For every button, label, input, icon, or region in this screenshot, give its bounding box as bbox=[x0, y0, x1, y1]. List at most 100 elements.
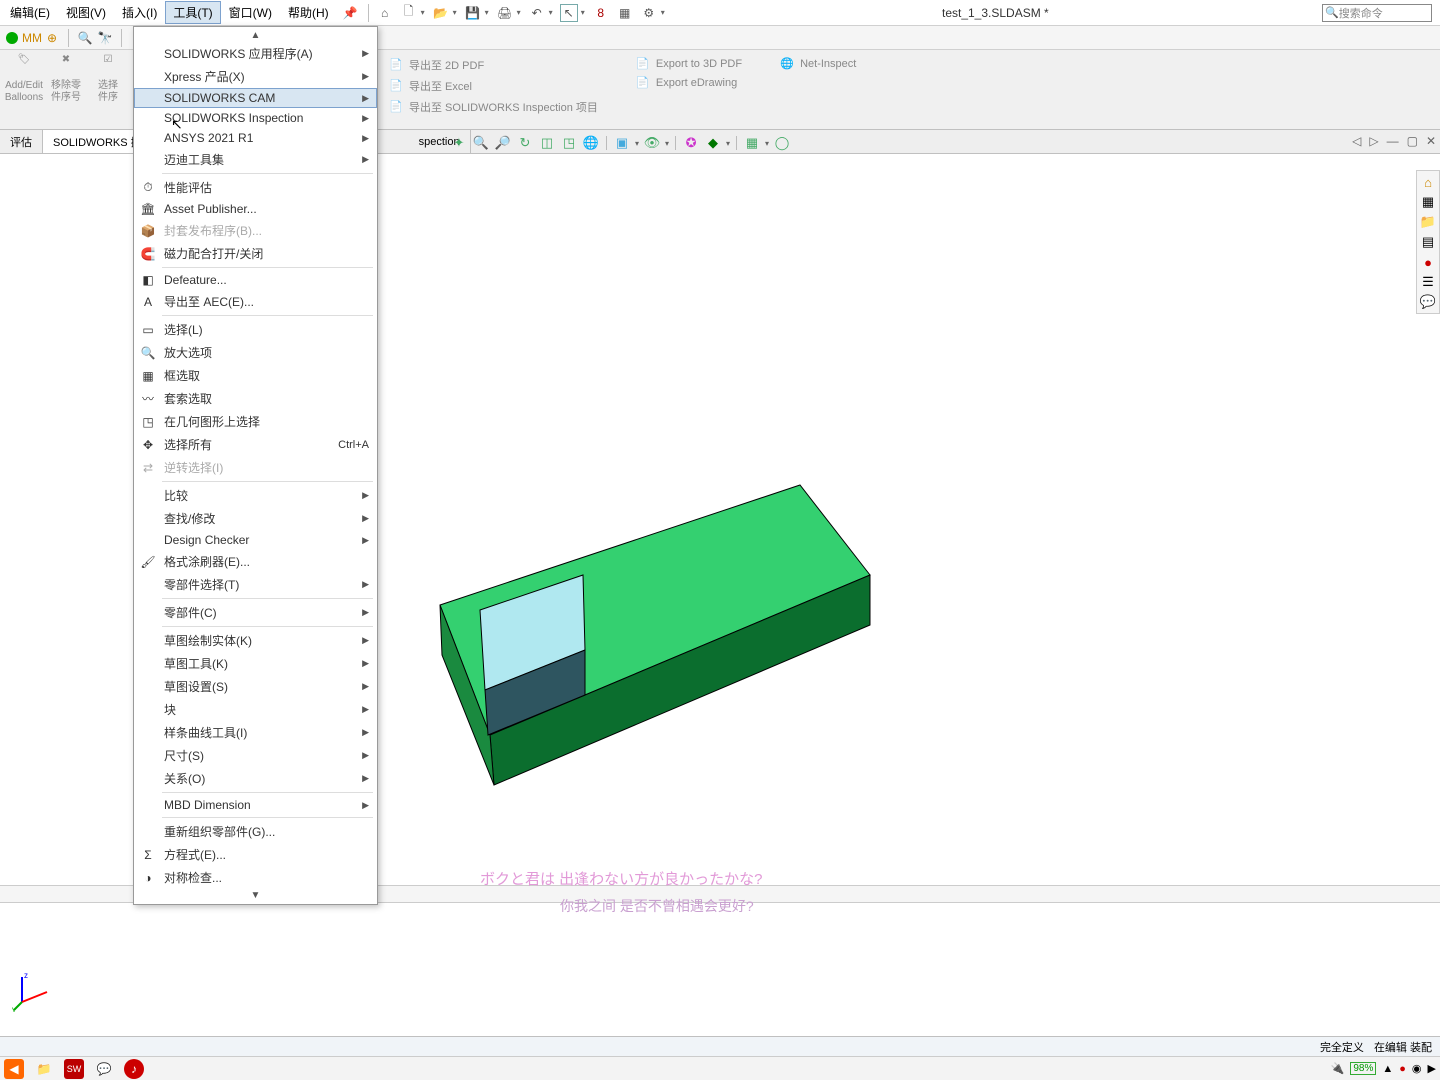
menu-item[interactable]: 草图工具(K)▶ bbox=[134, 652, 377, 675]
menu-item[interactable]: Xpress 产品(X)▶ bbox=[134, 65, 377, 88]
new-icon[interactable]: 🗋 bbox=[400, 4, 418, 22]
menu-item[interactable]: 🖌格式涂刷器(E)... bbox=[134, 550, 377, 573]
tray-flag-icon[interactable]: ▶ bbox=[1428, 1062, 1436, 1075]
maximize-icon[interactable]: ▢ bbox=[1407, 134, 1418, 148]
menu-item[interactable]: SOLIDWORKS CAM▶ bbox=[134, 88, 377, 108]
export-inspection-project[interactable]: 📄导出至 SOLIDWORKS Inspection 项目 bbox=[385, 98, 602, 116]
zoom-fit-icon[interactable]: 🔍 bbox=[472, 134, 490, 152]
menu-item[interactable]: MBD Dimension▶ bbox=[134, 795, 377, 815]
export-2d-pdf[interactable]: 📄导出至 2D PDF bbox=[385, 56, 602, 74]
home-icon[interactable]: ⌂ bbox=[376, 4, 394, 22]
menu-item[interactable]: 〰套索选取 bbox=[134, 387, 377, 410]
print-icon[interactable]: 🖨 bbox=[496, 4, 514, 22]
tray-plug-icon[interactable]: 🔌 bbox=[1331, 1062, 1345, 1075]
taskbar-app1-icon[interactable]: ◀ bbox=[4, 1059, 24, 1079]
battery-indicator[interactable]: 98% bbox=[1350, 1062, 1376, 1075]
menu-item[interactable]: 零部件(C)▶ bbox=[134, 601, 377, 624]
resources-icon[interactable]: ▦ bbox=[1419, 193, 1437, 211]
scene-icon[interactable]: 🌐 bbox=[582, 134, 600, 152]
settings-icon[interactable]: ⚙ bbox=[640, 4, 658, 22]
menu-item[interactable]: Design Checker▶ bbox=[134, 530, 377, 550]
home-pane-icon[interactable]: ⌂ bbox=[1419, 173, 1437, 191]
menu-item[interactable]: ◳在几何图形上选择 bbox=[134, 410, 377, 433]
menu-item[interactable]: Σ方程式(E)... bbox=[134, 843, 377, 866]
menu-item[interactable]: 重新组织零部件(G)... bbox=[134, 820, 377, 843]
menu-item[interactable]: 🏛Asset Publisher... bbox=[134, 199, 377, 219]
options-icon[interactable]: ▦ bbox=[616, 4, 634, 22]
menu-view[interactable]: 视图(V) bbox=[58, 1, 114, 24]
tray-up-icon[interactable]: ▲ bbox=[1382, 1063, 1393, 1075]
taskbar-solidworks-icon[interactable]: SW bbox=[64, 1059, 84, 1079]
section-icon[interactable]: ◫ bbox=[538, 134, 556, 152]
file-explorer-icon[interactable]: 📁 bbox=[1419, 213, 1437, 231]
menu-item[interactable]: ◧Defeature... bbox=[134, 270, 377, 290]
menu-item[interactable]: SOLIDWORKS 应用程序(A)▶ bbox=[134, 42, 377, 65]
taskbar-music-icon[interactable]: ♪ bbox=[124, 1059, 144, 1079]
next-icon[interactable]: ▷ bbox=[1369, 134, 1378, 148]
measure-icon[interactable]: MM bbox=[24, 30, 40, 46]
close-icon[interactable]: ✕ bbox=[1426, 134, 1436, 148]
net-inspect[interactable]: 🌐Net-Inspect bbox=[776, 56, 860, 72]
menu-insert[interactable]: 插入(I) bbox=[114, 1, 165, 24]
menu-item[interactable]: 🔍放大选项 bbox=[134, 341, 377, 364]
appearances-icon[interactable]: ● bbox=[1419, 253, 1437, 271]
export-3d-pdf[interactable]: 📄Export to 3D PDF bbox=[632, 56, 746, 72]
rotate-icon[interactable]: ↻ bbox=[516, 134, 534, 152]
menu-item[interactable]: ▭选择(L) bbox=[134, 318, 377, 341]
view-orientation-icon[interactable]: ▣ bbox=[613, 134, 631, 152]
tray-stop-icon[interactable]: ◉ bbox=[1412, 1062, 1422, 1075]
prev-icon[interactable]: ◁ bbox=[1352, 134, 1361, 148]
taskbar-wechat-icon[interactable]: 💬 bbox=[94, 1059, 114, 1079]
undo-icon[interactable]: ↶ bbox=[528, 4, 546, 22]
pin-icon[interactable]: 📌 bbox=[337, 6, 364, 20]
open-icon[interactable]: 📂 bbox=[432, 4, 450, 22]
tray-rec-icon[interactable]: ● bbox=[1399, 1063, 1406, 1075]
rebuild-icon[interactable]: 8 bbox=[592, 4, 610, 22]
menu-item[interactable]: 零部件选择(T)▶ bbox=[134, 573, 377, 596]
camera-icon[interactable]: ◯ bbox=[773, 134, 791, 152]
export-edrawing[interactable]: 📄Export eDrawing bbox=[632, 75, 746, 91]
menu-item[interactable]: 尺寸(S)▶ bbox=[134, 744, 377, 767]
menu-scroll-up[interactable]: ▲ bbox=[134, 29, 377, 42]
search-box[interactable]: 🔍 搜索命令 bbox=[1322, 4, 1432, 22]
save-icon[interactable]: 💾 bbox=[464, 4, 482, 22]
menu-window[interactable]: 窗口(W) bbox=[221, 1, 280, 24]
zoom-area-icon[interactable]: 🔎 bbox=[494, 134, 512, 152]
select-icon[interactable]: ↖ bbox=[560, 4, 578, 22]
menu-item[interactable]: SOLIDWORKS Inspection▶ bbox=[134, 108, 377, 128]
appearance-icon[interactable]: ✪ bbox=[682, 134, 700, 152]
menu-tools[interactable]: 工具(T) bbox=[165, 1, 220, 24]
menu-item[interactable]: 块▶ bbox=[134, 698, 377, 721]
menu-edit[interactable]: 编辑(E) bbox=[2, 1, 58, 24]
menu-item[interactable]: 迈迪工具集▶ bbox=[134, 148, 377, 171]
view-palette-icon[interactable]: ▤ bbox=[1419, 233, 1437, 251]
select-part-number-button[interactable]: ☑ 选择件序 bbox=[88, 54, 128, 104]
grid-icon[interactable]: ⊕ bbox=[44, 30, 60, 46]
forum-icon[interactable]: 💬 bbox=[1419, 293, 1437, 311]
menu-item[interactable]: ANSYS 2021 R1▶ bbox=[134, 128, 377, 148]
minimize-icon[interactable]: — bbox=[1387, 134, 1399, 148]
menu-help[interactable]: 帮助(H) bbox=[280, 1, 337, 24]
menu-scroll-down[interactable]: ▼ bbox=[134, 889, 377, 902]
menu-item[interactable]: 比较▶ bbox=[134, 484, 377, 507]
menu-item[interactable]: 样条曲线工具(I)▶ bbox=[134, 721, 377, 744]
menu-item[interactable]: ✥选择所有Ctrl+A bbox=[134, 433, 377, 456]
menu-item[interactable]: 🧲磁力配合打开/关闭 bbox=[134, 242, 377, 265]
zoom-icon[interactable]: 🔍 bbox=[77, 30, 93, 46]
render-icon[interactable]: ◆ bbox=[704, 134, 722, 152]
menu-item[interactable]: ◑对称检查... bbox=[134, 866, 377, 889]
menu-item[interactable]: 草图设置(S)▶ bbox=[134, 675, 377, 698]
hide-show-icon[interactable]: 👁 bbox=[643, 134, 661, 152]
menu-item[interactable]: 查找/修改▶ bbox=[134, 507, 377, 530]
viewport-layout-icon[interactable]: ▦ bbox=[743, 134, 761, 152]
binoculars-icon[interactable]: 🔭 bbox=[97, 30, 113, 46]
menu-item[interactable]: 关系(O)▶ bbox=[134, 767, 377, 790]
custom-props-icon[interactable]: ☰ bbox=[1419, 273, 1437, 291]
remove-part-number-button[interactable]: ✖ 移除零件序号 bbox=[46, 54, 86, 104]
triad-icon[interactable]: ✦ bbox=[450, 134, 468, 152]
menu-item[interactable]: A导出至 AEC(E)... bbox=[134, 290, 377, 313]
add-edit-balloons-button[interactable]: 🏷 Add/EditBalloons bbox=[4, 54, 44, 104]
display-style-icon[interactable]: ◳ bbox=[560, 134, 578, 152]
tab-evaluate[interactable]: 评估 bbox=[0, 130, 43, 153]
export-excel[interactable]: 📄导出至 Excel bbox=[385, 77, 602, 95]
